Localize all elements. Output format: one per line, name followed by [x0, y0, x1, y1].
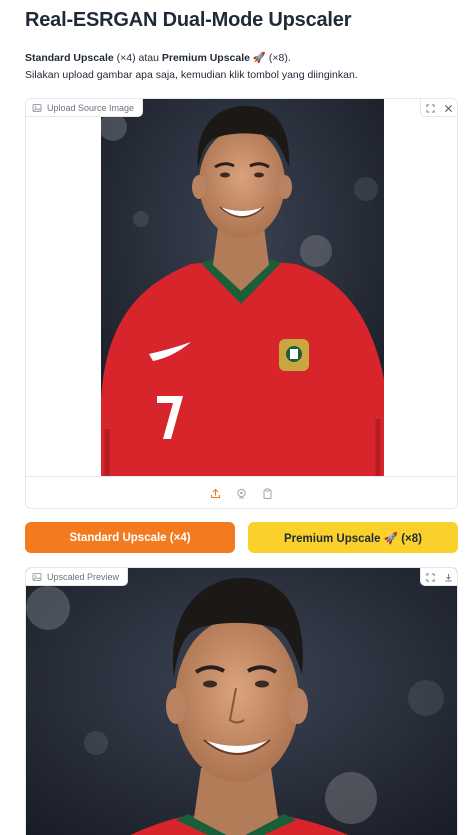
premium-upscale-button[interactable]: Premium Upscale 🚀 (×8) — [248, 522, 458, 553]
description-standard-suffix: (×4) atau — [113, 52, 162, 64]
upload-icon[interactable] — [209, 487, 223, 501]
source-image-label: Upload Source Image — [26, 99, 144, 117]
source-toolbar — [420, 99, 457, 117]
close-icon[interactable] — [439, 99, 457, 117]
upscaled-preview-label: Upscaled Preview — [26, 568, 129, 586]
source-image-preview — [101, 99, 384, 476]
upscaled-preview-label-text: Upscaled Preview — [47, 571, 120, 582]
output-toolbar — [420, 568, 457, 586]
standard-upscale-button[interactable]: Standard Upscale (×4) — [25, 522, 235, 553]
description-line-2: Silakan upload gambar apa saja, kemudian… — [25, 69, 358, 81]
fullscreen-icon[interactable] — [421, 568, 439, 586]
clipboard-icon[interactable] — [261, 487, 275, 501]
upscaled-preview-panel: Upscaled Preview — [25, 567, 458, 835]
image-icon — [32, 103, 42, 112]
image-icon — [32, 572, 42, 581]
source-image-label-text: Upload Source Image — [47, 102, 135, 113]
description-premium-suffix: 🚀 (×8). — [249, 52, 291, 64]
source-image-panel[interactable]: Upload Source Image — [25, 98, 458, 509]
fullscreen-icon[interactable] — [421, 99, 439, 117]
page-title: Real-ESRGAN Dual-Mode Upscaler — [25, 9, 352, 31]
description-premium-label: Premium Upscale — [161, 52, 250, 64]
source-footer — [26, 476, 457, 508]
description-line-1: Standard Upscale (×4) atau Premium Upsca… — [25, 51, 291, 64]
description-standard-label: Standard Upscale — [25, 52, 114, 64]
upscaled-image-preview — [26, 568, 457, 835]
download-icon[interactable] — [439, 568, 457, 586]
webcam-icon[interactable] — [235, 487, 249, 501]
